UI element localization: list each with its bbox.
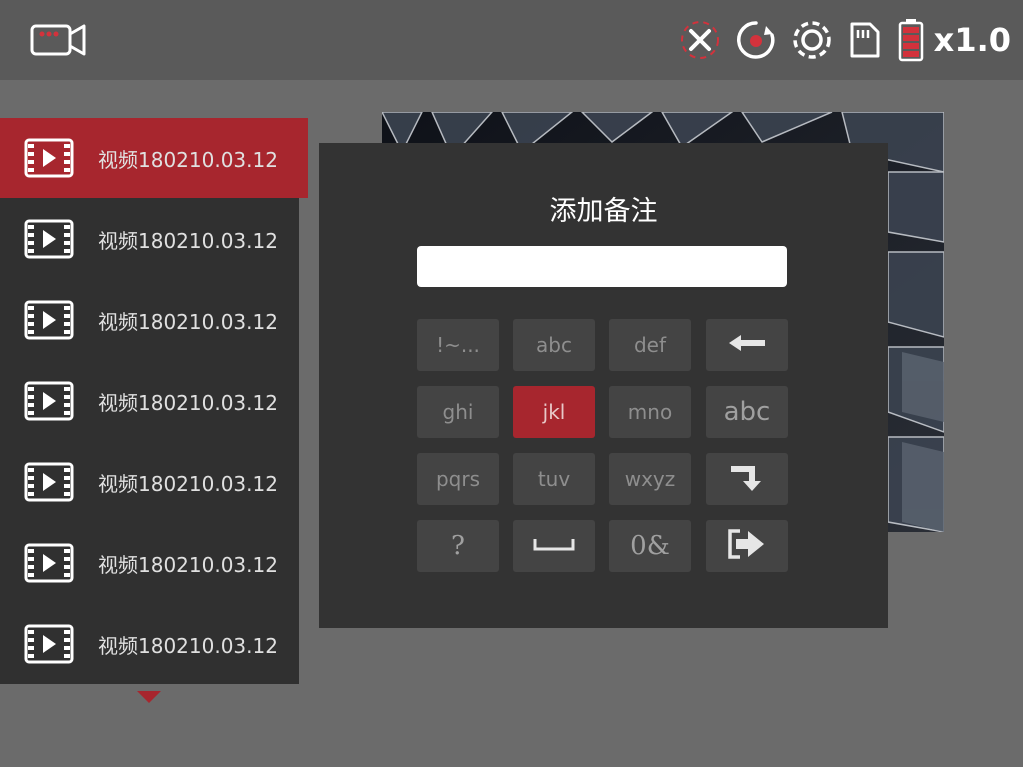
dialog-title: 添加备注 xyxy=(549,196,658,227)
key-jkl[interactable]: jkl xyxy=(513,386,595,438)
key-ghi[interactable]: ghi xyxy=(417,386,499,438)
video-file-icon xyxy=(24,543,74,583)
list-item-label: 视频180210.03.12 xyxy=(98,471,278,496)
list-item[interactable]: 视频180210.03.12 xyxy=(0,523,299,603)
video-file-icon xyxy=(24,624,74,664)
confirm-exit-icon xyxy=(726,527,768,566)
video-file-icon xyxy=(24,462,74,502)
list-item[interactable]: 视频180210.03.12 xyxy=(0,199,299,279)
backspace-arrow-icon xyxy=(727,333,767,358)
key-tuv[interactable]: tuv xyxy=(513,453,595,505)
key-symbols[interactable]: !~... xyxy=(417,319,499,371)
key-space[interactable] xyxy=(513,520,595,572)
list-item-label: 视频180210.03.12 xyxy=(98,633,278,658)
list-item[interactable]: 视频180210.03.12 xyxy=(0,280,299,360)
list-item-label: 视频180210.03.12 xyxy=(98,390,278,415)
battery-icon xyxy=(898,18,924,62)
key-backspace[interactable] xyxy=(706,319,788,371)
key-enter[interactable] xyxy=(706,453,788,505)
key-question[interactable]: ? xyxy=(417,520,499,572)
list-item[interactable]: 视频180210.03.12 xyxy=(0,118,308,198)
list-item-label: 视频180210.03.12 xyxy=(98,147,278,172)
key-zero-ampersand[interactable]: 0& xyxy=(609,520,691,572)
video-file-icon xyxy=(24,300,74,340)
video-file-icon xyxy=(24,219,74,259)
key-abc[interactable]: abc xyxy=(513,319,595,371)
space-icon xyxy=(533,534,575,558)
key-def[interactable]: def xyxy=(609,319,691,371)
settings-gear-icon xyxy=(792,20,832,60)
add-note-dialog: 添加备注 !~... abc def ghi jkl mno abc pqrs … xyxy=(319,143,888,628)
zoom-level: x1.0 xyxy=(933,21,1011,59)
status-bar: x1.0 xyxy=(664,18,1011,62)
key-mno[interactable]: mno xyxy=(609,386,691,438)
list-item[interactable]: 视频180210.03.12 xyxy=(0,604,299,684)
top-bar: x1.0 xyxy=(0,0,1023,80)
key-pqrs[interactable]: pqrs xyxy=(417,453,499,505)
video-file-icon xyxy=(24,138,74,178)
video-camera-icon[interactable] xyxy=(30,20,88,64)
list-item[interactable]: 视频180210.03.12 xyxy=(0,361,299,441)
enter-icon xyxy=(727,461,767,498)
list-item-label: 视频180210.03.12 xyxy=(98,309,278,334)
video-file-icon xyxy=(24,381,74,421)
note-input[interactable] xyxy=(417,246,787,287)
record-icon xyxy=(736,20,776,60)
list-item-label: 视频180210.03.12 xyxy=(98,552,278,577)
list-item[interactable]: 视频180210.03.12 xyxy=(0,442,299,522)
key-input-mode[interactable]: abc xyxy=(706,386,788,438)
key-wxyz[interactable]: wxyz xyxy=(609,453,691,505)
file-list: 视频180210.03.12 视频180210.03.12 视频180210.0… xyxy=(0,118,308,684)
key-confirm[interactable] xyxy=(706,520,788,572)
list-item-label: 视频180210.03.12 xyxy=(98,228,278,253)
tripod-off-icon xyxy=(680,20,720,60)
scroll-down-arrow-icon[interactable] xyxy=(137,691,161,703)
sd-card-icon xyxy=(848,20,882,60)
